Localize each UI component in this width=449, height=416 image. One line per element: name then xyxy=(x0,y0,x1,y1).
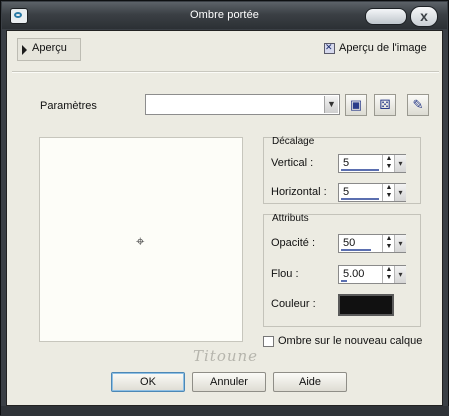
horizontal-level-bar xyxy=(341,198,379,200)
dialog-window: Ombre portée x Aperçu Aperçu de l'image … xyxy=(0,0,449,416)
expand-triangle-icon xyxy=(22,45,27,55)
couleur-label: Couleur : xyxy=(271,298,316,310)
save-preset-button[interactable]: ▣ xyxy=(345,94,367,116)
horizontal-spinner[interactable]: 5 ▲ ▼ ▾ xyxy=(338,183,406,202)
separator xyxy=(12,71,439,73)
decalage-group: Décalage Vertical : 5 ▲ ▼ ▾ Horizontal : … xyxy=(263,136,421,204)
chevron-down-icon[interactable]: ▾ xyxy=(394,266,406,283)
flou-value: 5.00 xyxy=(343,268,365,280)
opacite-value: 50 xyxy=(343,237,356,249)
minimize-button[interactable] xyxy=(365,8,407,25)
params-preset-dropdown[interactable]: ▼ xyxy=(145,94,340,115)
flou-spinner[interactable]: 5.00 ▲ ▼ ▾ xyxy=(338,265,406,284)
title-bar[interactable]: Ombre portée x xyxy=(2,2,447,29)
chevron-down-icon[interactable]: ▾ xyxy=(394,155,406,172)
vertical-spinner[interactable]: 5 ▲ ▼ ▾ xyxy=(338,154,406,173)
randomize-button[interactable]: ⚄ xyxy=(374,94,396,116)
save-icon: ▣ xyxy=(349,97,363,112)
image-preview-label: Aperçu de l'image xyxy=(339,42,427,54)
horizontal-value: 5 xyxy=(343,186,350,198)
opacite-spinner[interactable]: 50 ▲ ▼ ▾ xyxy=(338,234,406,253)
couleur-swatch[interactable] xyxy=(338,294,394,316)
new-layer-checkbox[interactable] xyxy=(263,336,274,347)
crosshair-icon: ⌖ xyxy=(136,233,145,250)
help-button[interactable]: Aide xyxy=(273,372,347,392)
horizontal-label: Horizontal : xyxy=(271,186,327,198)
flou-label: Flou : xyxy=(271,268,299,280)
image-preview-checkbox[interactable] xyxy=(324,42,335,54)
preview-canvas[interactable]: ⌖ xyxy=(39,137,243,342)
dialog-body: Aperçu Aperçu de l'image Paramètres ▼ ▣ … xyxy=(6,30,443,406)
vertical-label: Vertical : xyxy=(271,157,314,169)
chevron-down-icon[interactable]: ▼ xyxy=(324,96,338,113)
chevron-down-icon[interactable]: ▾ xyxy=(394,184,406,201)
close-icon: x xyxy=(420,8,428,24)
cancel-button[interactable]: Annuler xyxy=(192,372,266,392)
new-layer-label: Ombre sur le nouveau calque xyxy=(278,335,423,347)
ok-button[interactable]: OK xyxy=(111,372,185,392)
vertical-level-bar xyxy=(341,169,379,171)
dice-icon: ⚄ xyxy=(379,97,391,112)
close-button[interactable]: x xyxy=(410,6,438,27)
decalage-legend: Décalage xyxy=(272,136,315,147)
flou-level-bar xyxy=(341,280,347,282)
params-label: Paramètres xyxy=(40,100,97,112)
preview-toggle[interactable]: Aperçu xyxy=(17,38,81,61)
vertical-value: 5 xyxy=(343,157,350,169)
reset-button[interactable]: ✎ xyxy=(407,94,429,116)
opacite-level-bar xyxy=(341,249,371,251)
chevron-down-icon[interactable]: ▾ xyxy=(394,235,406,252)
attributs-legend: Attributs xyxy=(272,213,309,224)
attributs-group: Attributs Opacité : 50 ▲ ▼ ▾ Flou : 5.00 … xyxy=(263,213,421,327)
reset-icon: ✎ xyxy=(412,97,424,112)
opacite-label: Opacité : xyxy=(271,237,316,249)
preview-toggle-label: Aperçu xyxy=(32,42,67,54)
signature-watermark: Titoune xyxy=(193,347,259,365)
